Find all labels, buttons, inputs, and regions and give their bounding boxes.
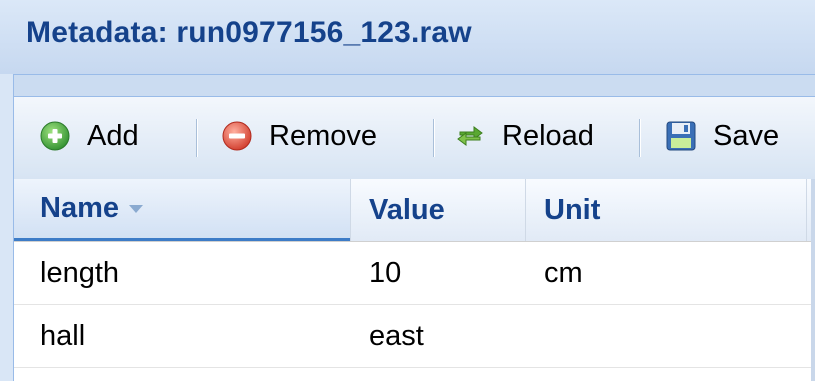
- toolbar: Add Remove Reload Save: [14, 96, 815, 180]
- add-button-label: Add: [87, 119, 139, 152]
- remove-button[interactable]: Remove: [221, 111, 377, 161]
- save-button-label: Save: [713, 119, 780, 152]
- grid-header: Name Value Unit: [14, 179, 815, 242]
- toolbar-separator: [196, 119, 198, 157]
- cell-name: hall: [40, 319, 86, 352]
- floppy-disk-icon: [666, 121, 696, 151]
- column-header-value[interactable]: Value: [351, 179, 525, 241]
- column-header-unit-label: Unit: [544, 193, 601, 226]
- grid-right-border: [811, 179, 815, 381]
- panel-header: Metadata: run0977156_123.raw: [0, 0, 815, 75]
- cell-unit: cm: [544, 256, 583, 289]
- table-row[interactable]: hall east: [14, 305, 815, 368]
- reload-button-label: Reload: [502, 119, 594, 152]
- column-header-value-label: Value: [369, 193, 445, 226]
- column-separator[interactable]: [806, 179, 807, 241]
- metadata-panel: Metadata: run0977156_123.raw Add Remove: [0, 0, 815, 381]
- column-header-name[interactable]: Name: [14, 179, 350, 241]
- panel-left-border: [0, 74, 14, 381]
- plus-circle-icon: [40, 121, 70, 151]
- remove-button-label: Remove: [269, 119, 377, 152]
- cell-value: east: [369, 319, 424, 352]
- reload-button[interactable]: Reload: [454, 111, 594, 161]
- column-header-name-label: Name: [40, 192, 119, 224]
- sort-descending-icon: [129, 204, 143, 213]
- panel-title: Metadata: run0977156_123.raw: [26, 16, 472, 49]
- column-header-unit[interactable]: Unit: [526, 179, 806, 241]
- toolbar-separator: [433, 119, 435, 157]
- add-button[interactable]: Add: [39, 111, 139, 161]
- table-row[interactable]: length 10 cm: [14, 242, 815, 305]
- cell-value: 10: [369, 256, 402, 289]
- toolbar-separator: [639, 119, 641, 157]
- reload-arrows-icon: [457, 126, 483, 146]
- metadata-grid: Name Value Unit length 10 cm hall east: [14, 179, 815, 381]
- cell-name: length: [40, 256, 120, 289]
- save-button[interactable]: Save: [665, 111, 779, 161]
- minus-circle-icon: [222, 121, 252, 151]
